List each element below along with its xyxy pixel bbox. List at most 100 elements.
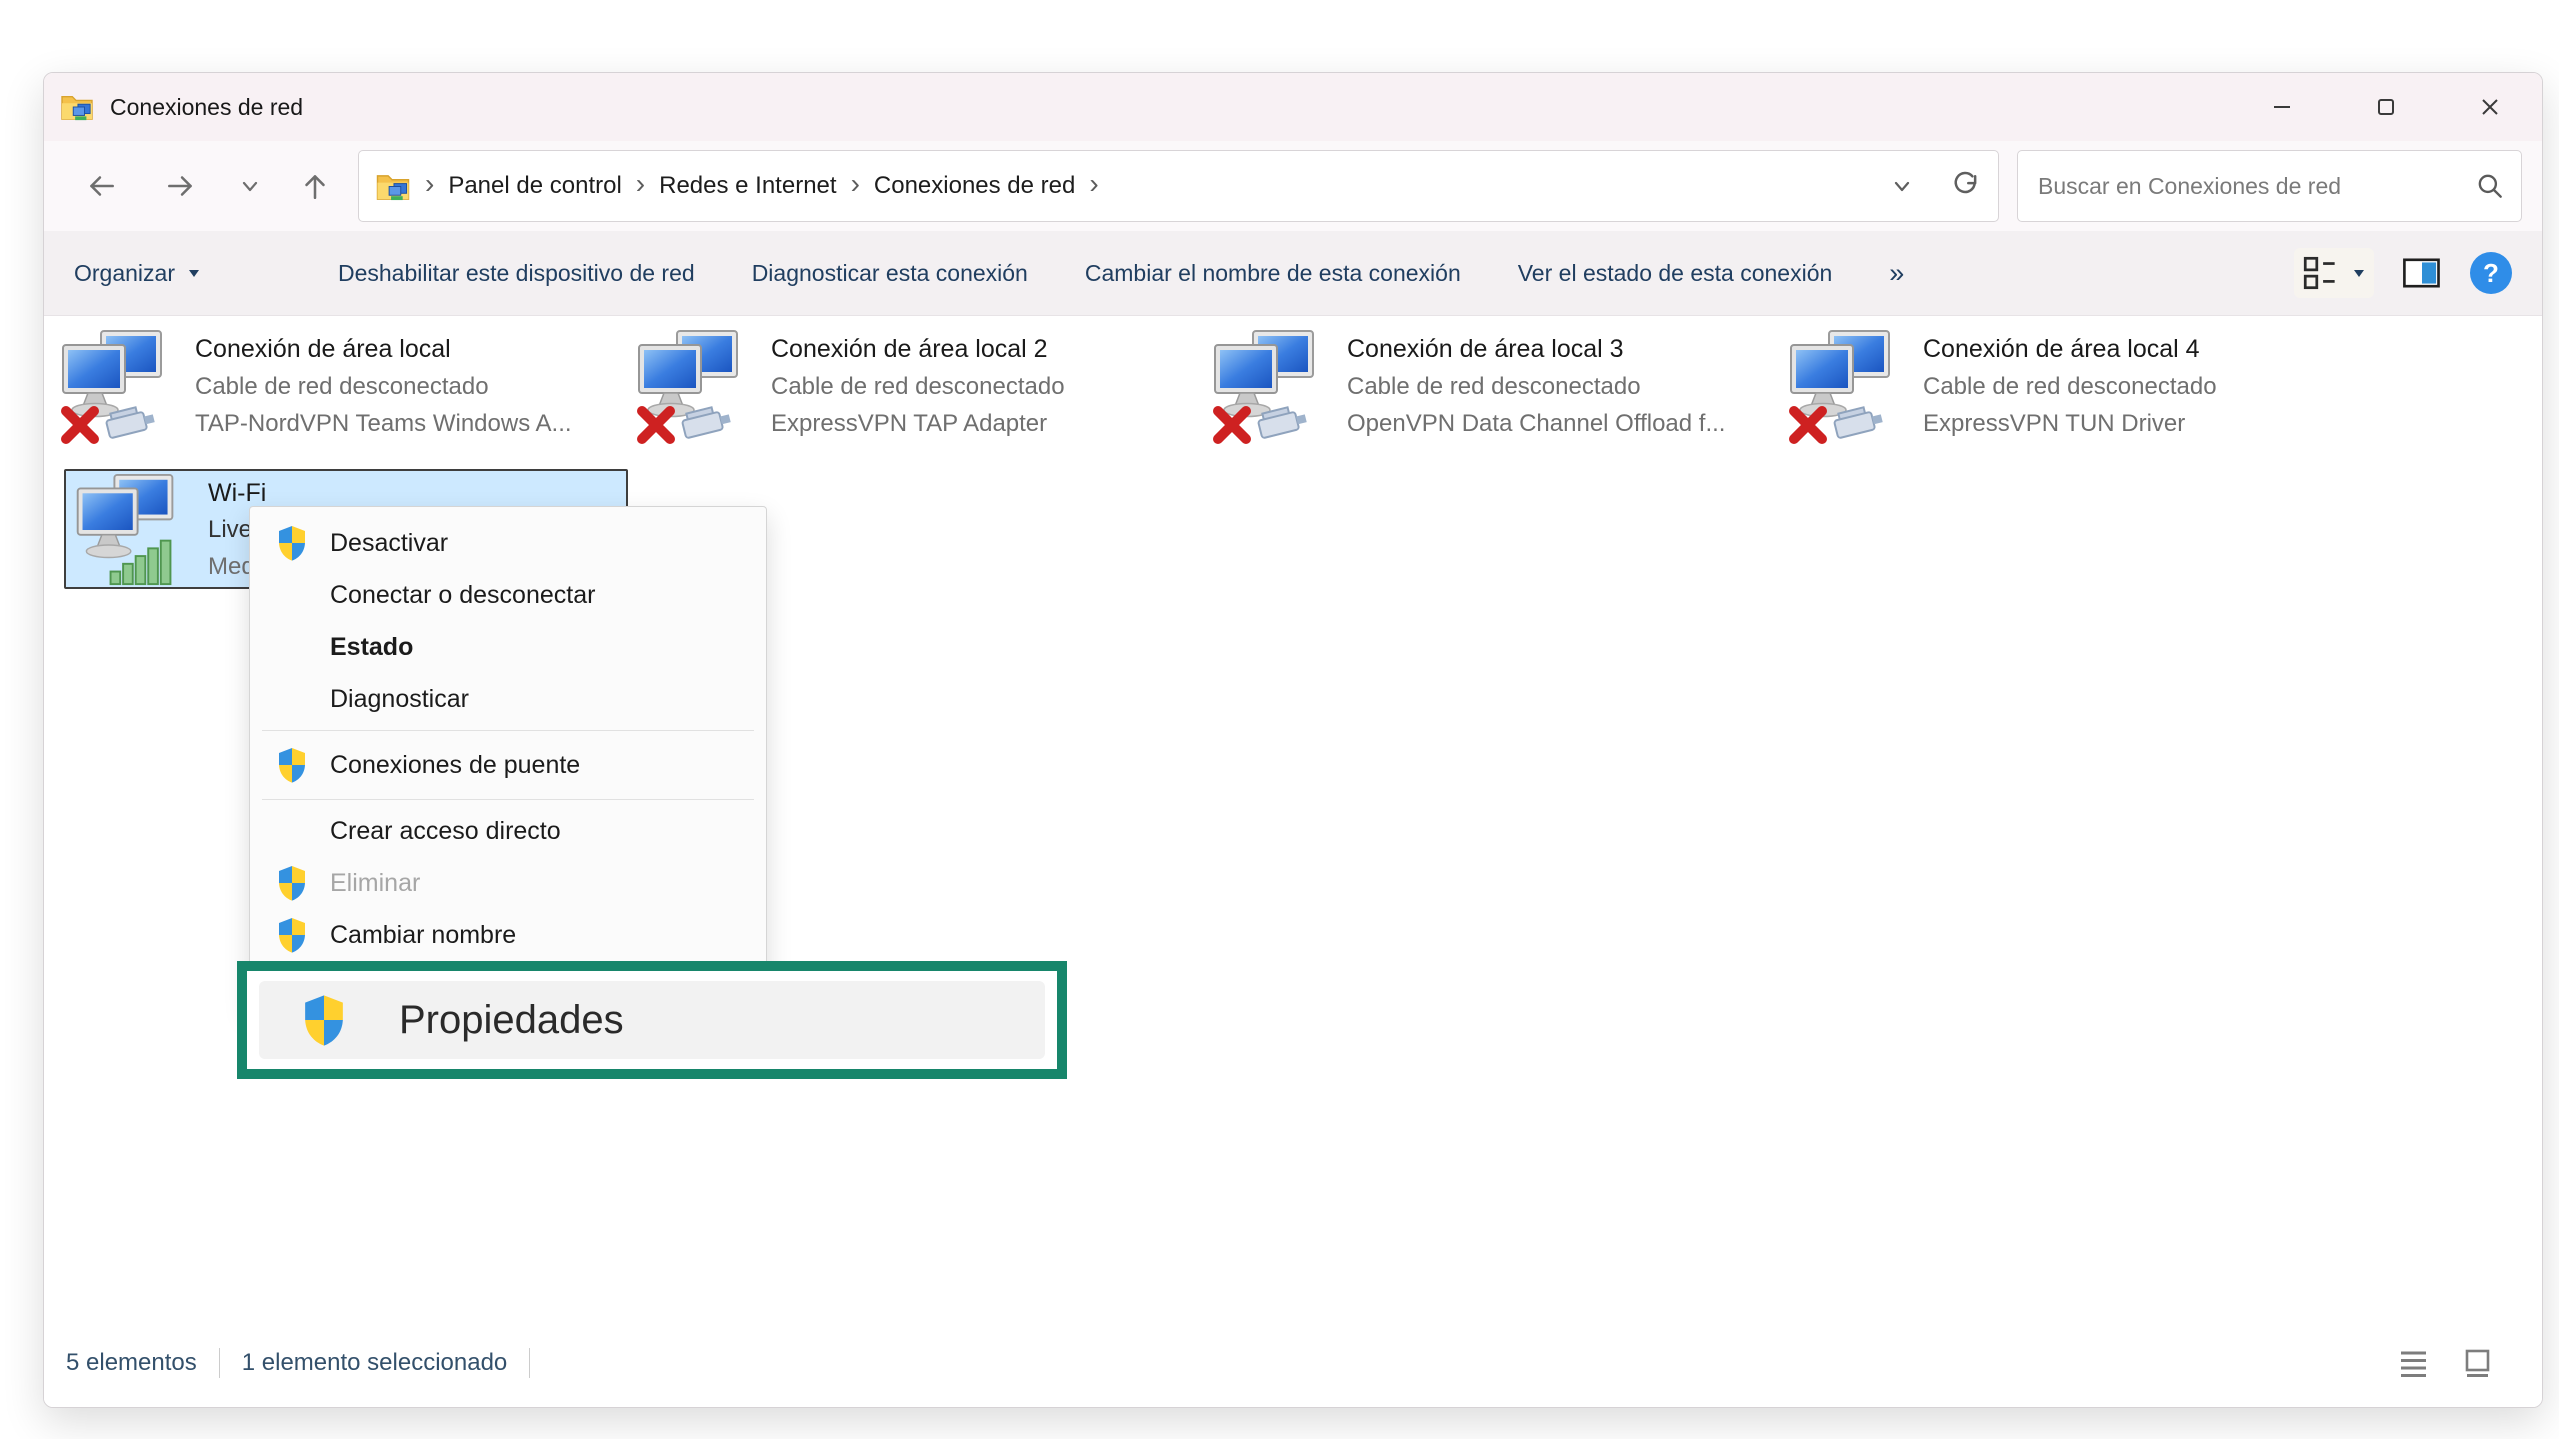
wifi-connection-icon <box>74 473 178 587</box>
breadcrumb-chevron[interactable]: › <box>851 170 860 198</box>
connection-name: Conexión de área local 3 <box>1347 331 1725 368</box>
propiedades-highlight-box: Propiedades <box>237 961 1067 1079</box>
title-bar: Conexiones de red <box>44 73 2542 141</box>
location-folder-icon <box>375 171 411 202</box>
view-status-label: Ver el estado de esta conexión <box>1518 260 1833 287</box>
network-disconnected-icon <box>61 329 165 447</box>
connection-item-lan3[interactable]: Conexión de área local 3 Cable de red de… <box>1213 329 1778 459</box>
up-button[interactable] <box>298 169 332 203</box>
connection-device: ExpressVPN TAP Adapter <box>771 405 1065 442</box>
menu-item-cambiar-nombre[interactable]: Cambiar nombre <box>250 909 766 961</box>
back-icon <box>84 169 118 203</box>
change-view-button[interactable] <box>2294 248 2374 298</box>
breadcrumb-redes-e-internet[interactable]: Redes e Internet <box>659 172 836 200</box>
menu-separator <box>262 799 754 800</box>
menu-item-label: Eliminar <box>330 869 420 898</box>
connection-name: Conexión de área local 2 <box>771 331 1065 368</box>
search-icon[interactable] <box>2475 171 2505 201</box>
breadcrumb-panel-de-control[interactable]: Panel de control <box>448 172 621 200</box>
minimize-button[interactable] <box>2230 73 2334 141</box>
status-view-buttons <box>2396 1346 2494 1380</box>
details-view-toggle-icon[interactable] <box>2396 1346 2430 1380</box>
minimize-icon <box>2269 94 2295 120</box>
diagnose-connection-button[interactable]: Diagnosticar esta conexión <box>752 260 1028 287</box>
rename-connection-label: Cambiar el nombre de esta conexión <box>1085 260 1461 287</box>
breadcrumb-chevron[interactable]: › <box>636 170 645 198</box>
menu-separator <box>262 730 754 731</box>
menu-item-label: Conexiones de puente <box>330 751 580 780</box>
connection-item-lan4[interactable]: Conexión de área local 4 Cable de red de… <box>1789 329 2354 459</box>
breadcrumb-chevron[interactable]: › <box>1089 170 1098 198</box>
view-status-button[interactable]: Ver el estado de esta conexión <box>1518 260 1833 287</box>
connection-device: OpenVPN Data Channel Offload f... <box>1347 405 1725 442</box>
connection-status: Cable de red desconectado <box>195 368 572 405</box>
breadcrumb-chevron[interactable]: › <box>425 170 434 198</box>
menu-item-conexiones-de-puente[interactable]: Conexiones de puente <box>250 736 766 794</box>
disable-device-label: Deshabilitar este dispositivo de red <box>338 260 695 287</box>
maximize-icon <box>2373 94 2399 120</box>
toolbar-right-group: ? <box>2294 248 2512 298</box>
uac-shield-icon <box>270 915 314 955</box>
rename-connection-button[interactable]: Cambiar el nombre de esta conexión <box>1085 260 1461 287</box>
uac-shield-icon <box>270 863 314 903</box>
connection-item-lan1[interactable]: Conexión de área local Cable de red desc… <box>61 329 626 459</box>
search-input[interactable] <box>2038 173 2475 200</box>
more-commands-button[interactable]: » <box>1889 258 1904 289</box>
preview-pane-icon[interactable] <box>2400 253 2444 293</box>
menu-item-eliminar[interactable]: Eliminar <box>250 857 766 909</box>
caption-buttons <box>2230 73 2542 141</box>
connection-name: Conexión de área local 4 <box>1923 331 2217 368</box>
menu-item-estado[interactable]: Estado <box>250 621 766 673</box>
large-icons-view-toggle-icon[interactable] <box>2460 1346 2494 1380</box>
menu-item-desactivar[interactable]: Desactivar <box>250 517 766 569</box>
menu-item-propiedades[interactable]: Propiedades <box>259 981 1045 1059</box>
diagnose-connection-label: Diagnosticar esta conexión <box>752 260 1028 287</box>
connection-status: Cable de red desconectado <box>1347 368 1725 405</box>
menu-item-label: Conectar o desconectar <box>330 581 595 610</box>
connection-text: Conexión de área local 3 Cable de red de… <box>1347 329 1725 459</box>
back-button[interactable] <box>84 169 118 203</box>
status-divider <box>529 1348 530 1378</box>
menu-item-label: Estado <box>330 633 413 662</box>
menu-item-crear-acceso-directo[interactable]: Crear acceso directo <box>250 805 766 857</box>
menu-item-label: Propiedades <box>399 998 624 1043</box>
disable-device-button[interactable]: Deshabilitar este dispositivo de red <box>338 260 695 287</box>
menu-item-conectar-o-desconectar[interactable]: Conectar o desconectar <box>250 569 766 621</box>
close-button[interactable] <box>2438 73 2542 141</box>
search-box[interactable] <box>2017 150 2522 222</box>
menu-item-label: Desactivar <box>330 529 448 558</box>
connection-device: TAP-NordVPN Teams Windows A... <box>195 405 572 442</box>
address-dropdown-icon[interactable] <box>1888 172 1916 200</box>
refresh-icon[interactable] <box>1950 170 1982 202</box>
screenshot-root: Conexiones de red <box>0 0 2559 1439</box>
menu-item-label: Cambiar nombre <box>330 921 516 950</box>
network-disconnected-icon <box>1789 329 1893 447</box>
status-divider <box>219 1348 220 1378</box>
network-disconnected-icon <box>637 329 741 447</box>
connection-text: Conexión de área local 4 Cable de red de… <box>1923 329 2217 459</box>
menu-item-diagnosticar[interactable]: Diagnosticar <box>250 673 766 725</box>
organize-button[interactable]: Organizar <box>74 260 203 287</box>
status-bar: 5 elementos 1 elemento seleccionado <box>44 1329 2542 1407</box>
organize-label: Organizar <box>74 260 175 287</box>
connection-text: Conexión de área local Cable de red desc… <box>195 329 572 459</box>
details-view-icon <box>2300 252 2342 294</box>
forward-button[interactable] <box>164 169 198 203</box>
items-count: 5 elementos <box>66 1349 197 1377</box>
uac-shield-icon <box>295 991 353 1049</box>
menu-item-label: Crear acceso directo <box>330 817 561 846</box>
recent-locations-button[interactable] <box>236 172 264 200</box>
connection-name: Conexión de área local <box>195 331 572 368</box>
connection-item-lan2[interactable]: Conexión de área local 2 Cable de red de… <box>637 329 1202 459</box>
caret-down-icon <box>2350 265 2368 281</box>
address-bar[interactable]: › Panel de control › Redes e Internet › … <box>358 150 1999 222</box>
help-button[interactable]: ? <box>2470 252 2512 294</box>
uac-shield-icon <box>270 523 314 563</box>
connection-device: ExpressVPN TUN Driver <box>1923 405 2217 442</box>
network-disconnected-icon <box>1213 329 1317 447</box>
connection-status: Cable de red desconectado <box>771 368 1065 405</box>
caret-down-icon <box>185 265 203 281</box>
menu-item-label: Diagnosticar <box>330 685 469 714</box>
maximize-button[interactable] <box>2334 73 2438 141</box>
breadcrumb-conexiones-de-red[interactable]: Conexiones de red <box>874 172 1075 200</box>
